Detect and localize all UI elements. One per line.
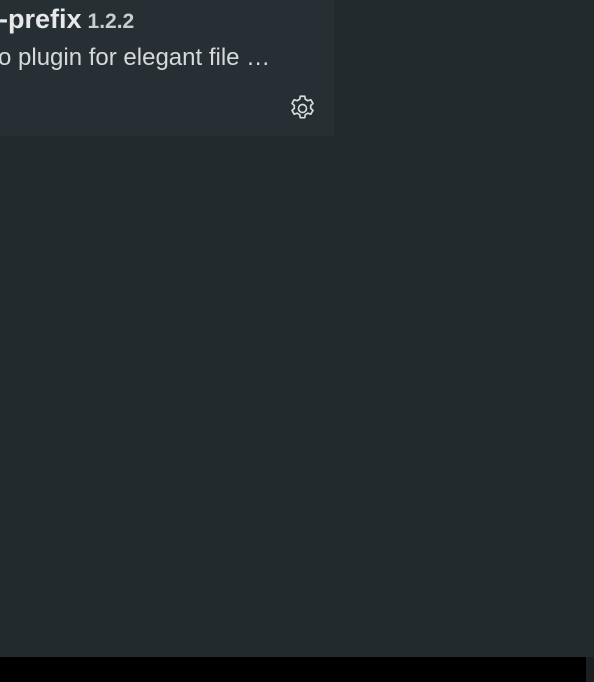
extension-list-item[interactable]: -prefix 1.2.2 o plugin for elegant file …	[0, 0, 334, 136]
extension-name: -prefix	[0, 4, 82, 34]
gear-icon[interactable]	[287, 93, 318, 124]
extension-header: -prefix 1.2.2	[0, 4, 134, 35]
extensions-panel: -prefix 1.2.2 o plugin for elegant file …	[0, 0, 594, 657]
status-bar-edge	[586, 657, 594, 682]
status-bar	[0, 657, 594, 682]
extension-version: 1.2.2	[87, 10, 135, 33]
extension-description: o plugin for elegant file …	[0, 44, 271, 71]
